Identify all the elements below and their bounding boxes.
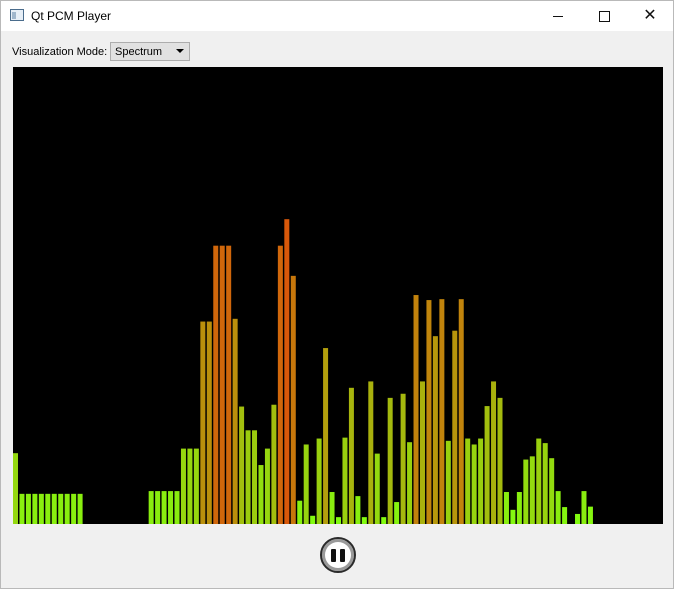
spectrum-bar — [277, 245, 283, 524]
spectrum-bar — [13, 453, 18, 524]
spectrum-bar — [581, 491, 587, 524]
spectrum-bar — [38, 493, 44, 524]
spectrum-bar — [555, 491, 561, 524]
spectrum-bar — [226, 245, 232, 524]
app-icon — [10, 9, 24, 21]
spectrum-bar — [471, 444, 477, 524]
spectrum-bar — [316, 438, 322, 524]
spectrum-bar — [575, 513, 581, 524]
pause-button[interactable] — [320, 537, 356, 573]
spectrum-bar — [497, 397, 503, 524]
spectrum-bar — [155, 491, 161, 524]
pause-icon — [331, 548, 336, 562]
spectrum-bar — [303, 444, 309, 524]
spectrum-bar — [536, 438, 542, 524]
spectrum-bar — [252, 430, 258, 524]
spectrum-bar — [523, 459, 529, 524]
spectrum-chart — [13, 219, 593, 524]
pause-icon — [340, 548, 345, 562]
spectrum-bar — [394, 502, 400, 524]
close-icon: ✕ — [643, 7, 657, 24]
spectrum-bar — [25, 493, 31, 524]
spectrum-bar — [45, 493, 51, 524]
spectrum-bar — [426, 300, 432, 524]
spectrum-bar — [445, 440, 451, 524]
app-window: Qt PCM Player ✕ Visualization Mode: Spec… — [0, 0, 674, 589]
spectrum-bar — [419, 381, 425, 524]
minimize-button[interactable] — [535, 1, 581, 31]
spectrum-bar — [491, 381, 497, 524]
spectrum-bar — [161, 491, 167, 524]
spectrum-bar — [387, 397, 393, 524]
spectrum-bar — [168, 491, 174, 524]
spectrum-bar — [432, 336, 438, 524]
spectrum-bar — [245, 430, 251, 524]
spectrum-bar — [310, 515, 316, 524]
spectrum-bar — [323, 348, 329, 524]
maximize-button[interactable] — [581, 1, 627, 31]
spectrum-bar — [271, 404, 277, 524]
spectrum-bar — [407, 442, 413, 524]
spectrum-bar — [329, 492, 335, 524]
window-title: Qt PCM Player — [31, 9, 112, 23]
spectrum-bar — [264, 448, 270, 524]
spectrum-bar — [77, 493, 83, 524]
spectrum-bar — [213, 245, 219, 524]
spectrum-bar — [529, 456, 535, 524]
spectrum-bar — [542, 443, 548, 524]
spectrum-bar — [452, 330, 458, 524]
spectrum-bar — [400, 393, 406, 524]
close-button[interactable]: ✕ — [627, 1, 673, 31]
spectrum-bar — [64, 493, 70, 524]
spectrum-bar — [219, 245, 225, 524]
spectrum-bar — [361, 517, 367, 524]
spectrum-bar — [549, 458, 555, 524]
spectrum-bar — [368, 381, 374, 524]
spectrum-bar — [239, 406, 245, 524]
spectrum-bar — [200, 321, 206, 524]
spectrum-bar — [510, 509, 516, 524]
chevron-down-icon — [176, 49, 184, 53]
visualization-mode-label: Visualization Mode: — [12, 46, 108, 58]
spectrum-bar — [180, 448, 186, 524]
spectrum-bar — [439, 299, 445, 524]
maximize-icon — [598, 10, 610, 22]
spectrum-bar — [51, 493, 57, 524]
spectrum-bar — [19, 493, 25, 524]
spectrum-bar — [465, 438, 471, 524]
spectrum-bar — [232, 318, 238, 524]
spectrum-bar — [478, 438, 484, 524]
visualization-mode-select[interactable]: Spectrum — [110, 42, 190, 61]
spectrum-bar — [284, 219, 290, 524]
spectrum-bar — [562, 507, 568, 524]
spectrum-bar — [374, 453, 380, 524]
spectrum-bar — [503, 492, 509, 524]
spectrum-bar — [174, 491, 180, 524]
title-bar[interactable]: Qt PCM Player ✕ — [1, 1, 673, 31]
spectrum-bar — [193, 448, 199, 524]
spectrum-bar — [58, 493, 64, 524]
spectrum-bar — [187, 448, 193, 524]
spectrum-bar — [516, 492, 522, 524]
visualization-mode-value: Spectrum — [115, 46, 163, 58]
spectrum-bar — [206, 321, 212, 524]
spectrum-bar — [336, 517, 341, 524]
spectrum-bar — [297, 500, 303, 524]
spectrum-bar — [381, 517, 387, 524]
spectrum-bar — [348, 387, 354, 524]
spectrum-bar — [484, 406, 490, 524]
spectrum-visualizer — [13, 67, 663, 524]
spectrum-bar — [342, 437, 348, 524]
spectrum-bar — [32, 493, 38, 524]
spectrum-bar — [413, 295, 419, 524]
spectrum-bar — [355, 496, 361, 524]
spectrum-bar — [458, 299, 464, 524]
spectrum-bar — [587, 506, 593, 524]
spectrum-bar — [258, 465, 264, 524]
spectrum-bar — [148, 491, 154, 524]
minimize-icon — [553, 15, 563, 17]
spectrum-bar — [71, 493, 77, 524]
spectrum-bar — [290, 275, 296, 524]
